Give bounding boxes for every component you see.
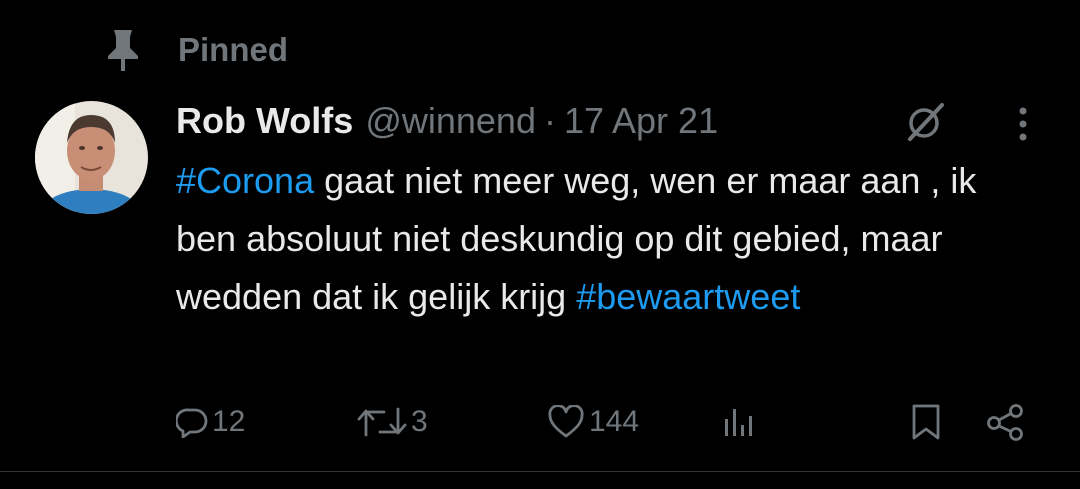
more-vertical-icon[interactable] bbox=[1006, 104, 1040, 144]
separator: · bbox=[543, 100, 556, 141]
tweet-header: Rob Wolfs @winnend · 17 Apr 21 bbox=[176, 98, 718, 144]
tweet-date[interactable]: 17 Apr 21 bbox=[564, 100, 718, 142]
tweet[interactable]: Pinned Rob Wolfs @winnend · 17 Apr 21 #C… bbox=[0, 0, 1080, 489]
share-icon bbox=[986, 403, 1026, 441]
retweet-count: 3 bbox=[411, 405, 428, 438]
tweet-actions: 12 3 144 bbox=[0, 396, 1080, 448]
like-count: 144 bbox=[589, 405, 640, 438]
reply-count: 12 bbox=[212, 405, 246, 438]
reply-icon bbox=[176, 406, 208, 438]
retweet-icon bbox=[357, 405, 407, 439]
retweet-button[interactable]: 3 bbox=[357, 396, 428, 448]
heart-icon bbox=[547, 405, 585, 439]
views-button[interactable] bbox=[722, 396, 754, 448]
like-button[interactable]: 144 bbox=[547, 396, 639, 448]
divider bbox=[0, 471, 1080, 472]
avatar[interactable] bbox=[35, 101, 148, 214]
pin-icon bbox=[106, 28, 140, 72]
share-button[interactable] bbox=[986, 396, 1026, 448]
grok-icon[interactable] bbox=[902, 99, 948, 145]
author-name[interactable]: Rob Wolfs bbox=[176, 100, 353, 142]
tweet-text: #Corona gaat niet meer weg, wen er maar … bbox=[176, 152, 1036, 326]
bookmark-button[interactable] bbox=[910, 396, 942, 448]
author-handle[interactable]: @winnend bbox=[365, 100, 536, 142]
hashtag-link[interactable]: #bewaartweet bbox=[576, 276, 800, 317]
views-icon bbox=[722, 405, 754, 439]
hashtag-link[interactable]: #Corona bbox=[176, 160, 314, 201]
pinned-label: Pinned bbox=[178, 31, 289, 68]
pinned-indicator: Pinned bbox=[106, 28, 288, 72]
bookmark-icon bbox=[910, 403, 942, 441]
reply-button[interactable]: 12 bbox=[176, 396, 245, 448]
